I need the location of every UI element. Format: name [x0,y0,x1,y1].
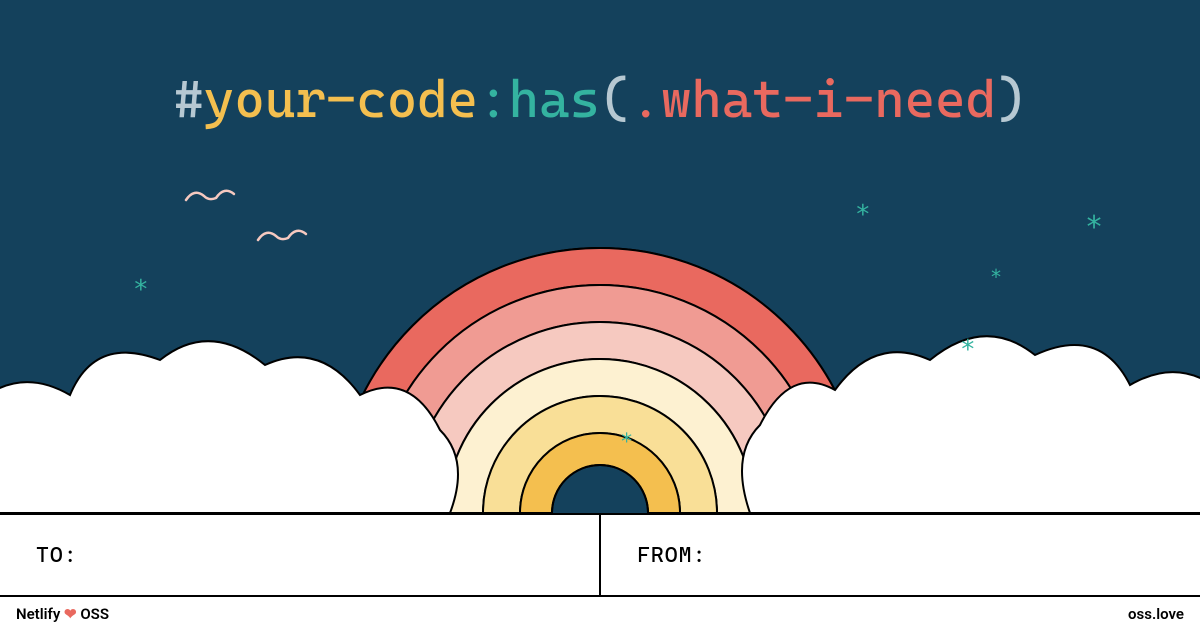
selector-id: your-code [204,70,478,130]
footer-bar: Netlify ❤︎ OSS oss.love [0,595,1200,630]
bird-icon [186,191,234,200]
footer-brand: Netlify ❤︎ OSS [16,605,109,623]
clouds-icon [0,336,1200,513]
rainbow-icon [335,248,865,513]
card-address-panel: TO: FROM: [0,513,1200,595]
star-icon: * [855,200,871,230]
star-icon: * [1085,210,1103,245]
heart-icon: ❤︎ [64,605,77,623]
star-icon: * [620,430,633,455]
paren-close: ) [996,70,1026,130]
headline-code-selector: #your-code:has(.what-i-need) [0,70,1200,130]
from-label: FROM: [637,543,706,568]
hash-symbol: # [173,70,203,130]
to-cell: TO: [0,515,601,595]
pseudo-name: has [509,70,600,130]
pseudo-colon: : [478,70,508,130]
star-icon: * [133,275,149,305]
paren-open: ( [600,70,630,130]
class-name: what-i-need [661,70,996,130]
to-label: TO: [36,543,78,568]
star-icon: * [990,265,1002,289]
bird-icon [258,231,306,240]
from-cell: FROM: [601,515,1200,595]
star-icon: * [960,335,976,365]
dot-symbol: . [630,70,660,130]
brand-prefix: Netlify [16,605,60,623]
footer-url: oss.love [1128,605,1184,623]
brand-suffix: OSS [80,605,109,623]
